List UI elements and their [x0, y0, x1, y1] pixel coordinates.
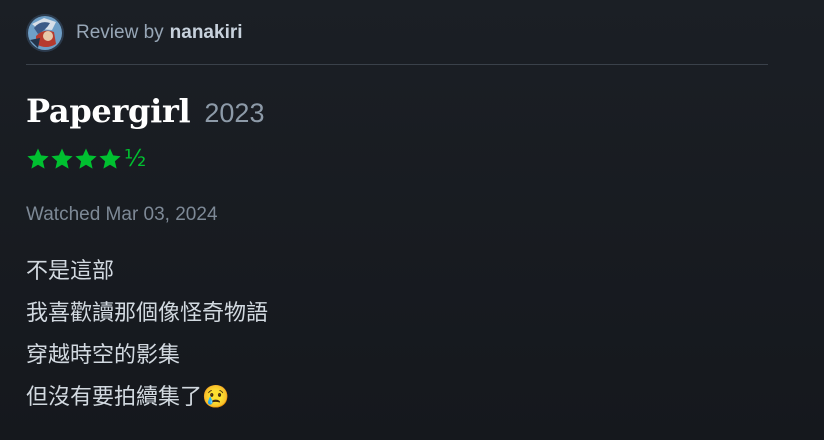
review-byline: Review by nanakiri — [76, 22, 243, 44]
review-by-label: Review by — [76, 22, 164, 43]
rating-stars — [26, 147, 122, 171]
film-year[interactable]: 2023 — [204, 98, 264, 129]
review-line: 我喜歡讀那個像怪奇物語 — [26, 301, 269, 326]
star-icon — [27, 148, 49, 169]
half-star-icon: ½ — [124, 146, 147, 172]
star-icon — [99, 148, 121, 169]
star-icon — [51, 148, 73, 169]
avatar[interactable] — [26, 14, 64, 52]
star-rating: ½ — [26, 146, 146, 172]
divider — [26, 64, 768, 65]
review-line: 穿越時空的影集 — [26, 343, 181, 368]
review-line: 不是這部 — [26, 259, 115, 284]
username-link[interactable]: nanakiri — [170, 22, 243, 43]
film-title[interactable]: Papergirl — [26, 92, 191, 130]
avatar-image — [26, 14, 64, 52]
watched-date: Watched Mar 03, 2024 — [26, 204, 218, 225]
review-body: 不是這部 我喜歡讀那個像怪奇物語 穿越時空的影集 但沒有要拍續集了😢 — [26, 254, 268, 422]
star-icon — [75, 148, 97, 169]
film-title-row: Papergirl 2023 — [26, 92, 264, 130]
review-header: Review by nanakiri — [26, 14, 768, 52]
review-line: 但沒有要拍續集了😢 — [26, 385, 230, 410]
